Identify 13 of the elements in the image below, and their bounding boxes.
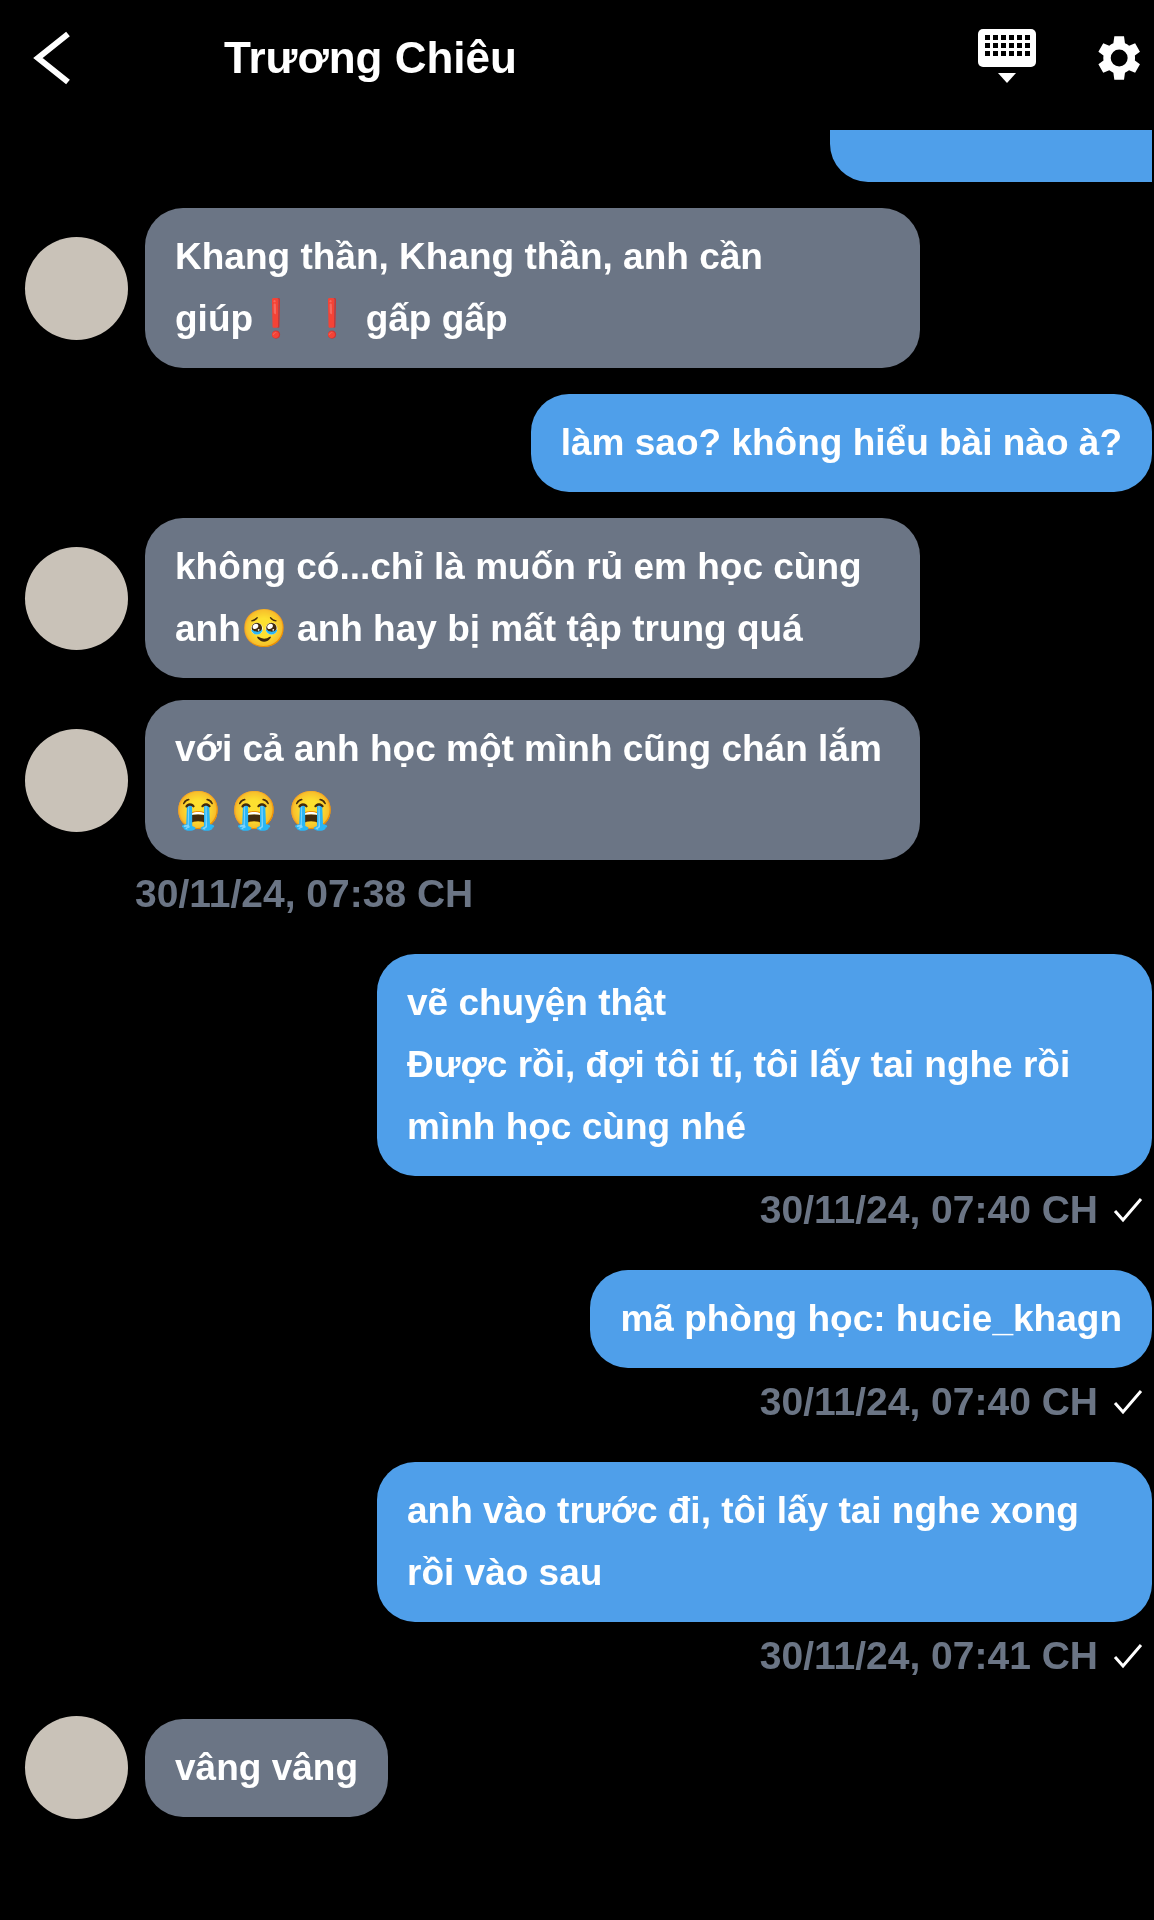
message-bubble: Khang thần, Khang thần, anh cần giúp❗ ❗ gấp gấp [145,208,920,368]
message-timestamp: 30/11/24, 07:40 CH [759,1380,1098,1424]
message-timestamp: 30/11/24, 07:41 CH [759,1634,1098,1678]
message-timestamp: 30/11/24, 07:38 CH [135,872,474,916]
message-bubble: mã phòng học: hucie_khagn [590,1270,1152,1368]
message-bubble: không có...chỉ là muốn rủ em học cùng anh🥹 anh hay bị mất tập trung quá [145,518,920,678]
message-bubble: vâng vâng [145,1718,388,1817]
message-bubble: vẽ chuyện thật Được rồi, đợi tôi tí, tôi lấy tai nghe rồi mình học cùng nhé [377,954,1152,1176]
message-bubble: với cả anh học một mình cũng chán lắm😭 😭 😭 [145,700,920,860]
message-timestamp: 30/11/24, 07:40 CH [759,1188,1098,1232]
message-bubble: làm sao? không hiểu bài nào à? [530,394,1152,492]
message-bubble: anh vào trước đi, tôi lấy tai nghe xong rồi vào sau [377,1462,1152,1622]
chat-title: Trương Chiêu [224,32,518,83]
